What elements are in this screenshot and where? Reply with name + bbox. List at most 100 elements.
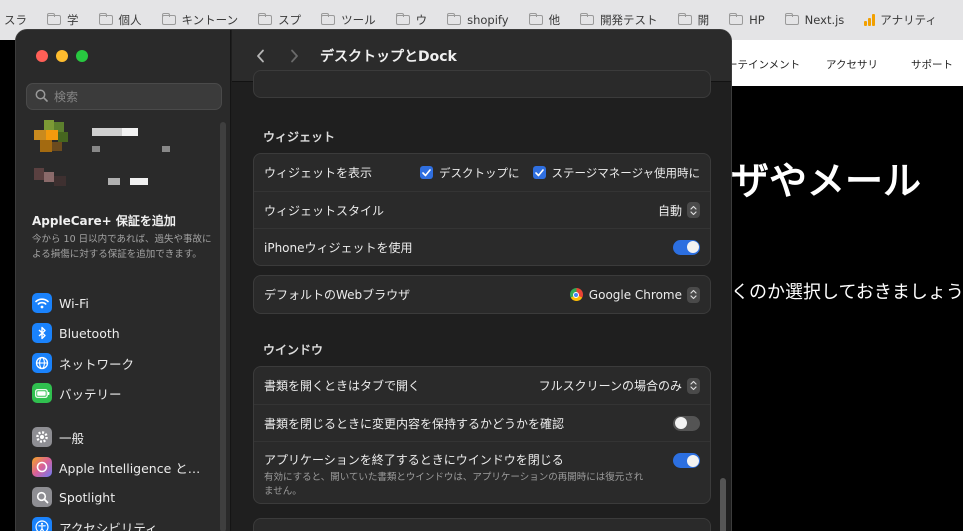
iphone-widgets-label: iPhoneウィジェットを使用	[264, 240, 413, 255]
open-in-tabs-value: フルスクリーンの場合のみ	[538, 379, 682, 393]
stage-manager-checkbox-label: ステージマネージャ使用時に	[551, 165, 700, 180]
sidebar-item-label: ネットワーク	[59, 356, 135, 372]
apple-intelligence-icon	[32, 457, 52, 477]
back-button[interactable]	[252, 48, 268, 64]
sidebar-item-label: Apple Intelligence と…	[59, 460, 201, 476]
magnifier-icon	[32, 487, 52, 507]
search-icon	[35, 87, 48, 106]
folder-icon	[321, 13, 336, 25]
close-window-button[interactable]	[36, 50, 48, 62]
show-widgets-label: ウィジェットを表示	[264, 166, 373, 180]
bookmark-folder[interactable]: 学	[47, 12, 79, 28]
folder-icon	[447, 13, 462, 25]
bookmark-folder[interactable]: スプ	[258, 12, 301, 28]
bookmark-folder[interactable]: ツール	[321, 12, 376, 28]
sidebar-item-bluetooth[interactable]: Bluetooth	[32, 322, 120, 344]
bookmark-folder[interactable]: HP	[729, 13, 765, 27]
sidebar-item-battery[interactable]: バッテリー	[32, 382, 122, 404]
site-subtext: くのか選択しておきましょう。	[731, 282, 963, 303]
updown-chevron-icon	[687, 286, 700, 303]
sidebar-item-label: アクセシビリティ	[59, 520, 158, 531]
bluetooth-icon	[32, 323, 52, 343]
wifi-icon	[32, 293, 52, 313]
chevron-left-icon	[256, 49, 264, 62]
open-in-tabs-label: 書類を開くときはタブで開く	[264, 379, 421, 393]
bookmark-folder[interactable]: ウ	[395, 12, 427, 28]
chevron-right-icon	[290, 49, 298, 62]
ask-keep-changes-label: 書類を閉じるときに変更内容を保持するかどうかを確認	[264, 416, 565, 431]
default-browser-value: Google Chrome	[588, 287, 682, 302]
bookmark-folder[interactable]: 開	[677, 12, 709, 28]
zoom-window-button[interactable]	[76, 50, 88, 62]
default-browser-select[interactable]: Google Chrome	[569, 286, 700, 303]
applecare-description: 今から 10 日以内であれば、過失や事故による損傷に対する保証を追加できます。	[32, 234, 212, 260]
main-scrollbar[interactable]	[720, 478, 726, 531]
account-profile[interactable]	[30, 120, 170, 202]
close-windows-toggle[interactable]	[673, 453, 700, 468]
folder-icon	[580, 13, 595, 25]
folder-icon	[98, 13, 113, 25]
stage-manager-checkbox[interactable]	[532, 166, 546, 179]
checkmark-icon	[422, 168, 431, 176]
open-in-tabs-select[interactable]: フルスクリーンの場合のみ	[539, 377, 700, 394]
updown-chevron-icon	[687, 202, 700, 218]
sidebar: AppleCare+ 保証を追加 今から 10 日以内であれば、過失や事故による…	[16, 30, 231, 531]
accessibility-icon	[32, 517, 52, 531]
chrome-icon	[569, 288, 583, 301]
bookmark-folder[interactable]: 開発テスト	[580, 12, 658, 28]
folder-icon	[47, 13, 61, 25]
folder-icon	[258, 13, 273, 25]
folder-icon	[395, 13, 410, 25]
desktop-checkbox[interactable]	[420, 166, 434, 179]
iphone-widgets-row: iPhoneウィジェットを使用	[254, 228, 710, 265]
bookmark-item[interactable]: スラ	[4, 12, 27, 28]
open-in-tabs-row: 書類を開くときはタブで開く フルスクリーンの場合のみ	[254, 367, 710, 404]
search-input[interactable]	[54, 89, 204, 104]
bookmark-folder[interactable]: 個人	[98, 12, 142, 28]
site-nav-accessories[interactable]: アクセサリ	[826, 57, 878, 72]
widget-style-select[interactable]: 自動	[658, 202, 700, 219]
default-browser-label: デフォルトのWebブラウザ	[264, 288, 411, 302]
site-nav-entertainment[interactable]: ーテインメント	[727, 57, 800, 72]
close-windows-label: アプリケーションを終了するときにウインドウを閉じる	[264, 453, 564, 467]
sidebar-item-label: Wi-Fi	[59, 295, 89, 311]
bookmark-folder[interactable]: shopify	[447, 13, 509, 27]
search-box[interactable]	[26, 83, 222, 110]
checkmark-icon	[534, 168, 544, 176]
main-pane: デスクトップとDock ウィジェット ウィジェットを表示 デスクトップに ステー…	[232, 30, 731, 531]
bookmark-folder[interactable]: キントーン	[161, 12, 238, 28]
show-widgets-row: ウィジェットを表示 デスクトップに ステージマネージャ使用時に	[254, 154, 710, 191]
sidebar-item-network[interactable]: ネットワーク	[32, 352, 134, 374]
applecare-title: AppleCare+ 保証を追加	[32, 214, 176, 228]
site-nav: ーテインメント アクセサリ サポート	[727, 40, 963, 86]
windows-card: 書類を開くときはタブで開く フルスクリーンの場合のみ 書類を閉じるときに変更内容…	[253, 366, 711, 504]
ask-keep-changes-toggle[interactable]	[673, 415, 700, 431]
battery-icon	[32, 383, 52, 403]
minimize-window-button[interactable]	[56, 50, 68, 62]
widgets-card: ウィジェットを表示 デスクトップに ステージマネージャ使用時に ウィジェットスタ…	[253, 153, 711, 266]
default-browser-card: デフォルトのWebブラウザ Google Chrome	[253, 275, 711, 314]
section-heading-windows: ウインドウ	[263, 343, 324, 357]
sidebar-item-accessibility[interactable]: アクセシビリティ	[32, 516, 158, 531]
folder-icon	[528, 13, 543, 25]
sidebar-item-spotlight[interactable]: Spotlight	[32, 486, 115, 508]
site-hero-heading: ザやメール	[731, 159, 922, 203]
iphone-widgets-toggle[interactable]	[673, 239, 700, 255]
folder-icon	[677, 13, 692, 25]
bookmark-folder[interactable]: 他	[528, 12, 560, 28]
sidebar-item-label: 一般	[59, 430, 85, 446]
close-windows-description: 有効にすると、開いていた書類とウインドウは、アプリケーションの再開時には復元され…	[264, 472, 644, 497]
bookmark-analytics[interactable]: アナリティ	[864, 12, 937, 28]
sidebar-scrollbar[interactable]	[220, 122, 226, 531]
settings-card-next	[253, 518, 711, 531]
site-nav-support[interactable]: サポート	[911, 57, 953, 72]
ask-keep-changes-row: 書類を閉じるときに変更内容を保持するかどうかを確認	[254, 404, 710, 441]
bookmark-folder[interactable]: Next.js	[784, 13, 844, 27]
forward-button[interactable]	[286, 48, 302, 64]
settings-card-previous	[253, 70, 711, 98]
sidebar-item-wifi[interactable]: Wi-Fi	[32, 292, 89, 314]
sidebar-item-general[interactable]: 一般	[32, 426, 84, 448]
applecare-promo[interactable]: AppleCare+ 保証を追加 今から 10 日以内であれば、過失や事故による…	[32, 212, 212, 262]
sidebar-item-apple-intelligence[interactable]: Apple Intelligence と…	[32, 456, 200, 478]
close-windows-row: アプリケーションを終了するときにウインドウを閉じる 有効にすると、開いていた書類…	[254, 441, 710, 503]
